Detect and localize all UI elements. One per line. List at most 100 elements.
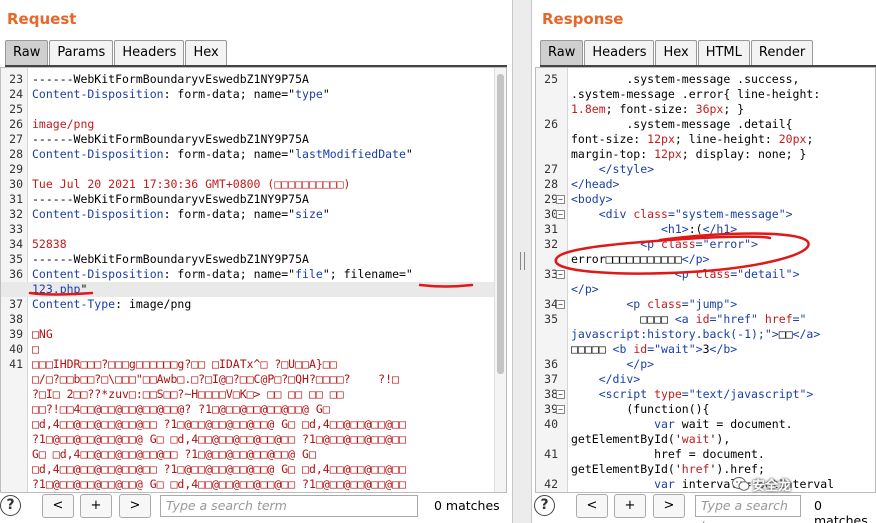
request-code-line: 40 □ (1, 342, 494, 357)
response-token: =" (695, 237, 710, 251)
request-tab-raw[interactable]: Raw (5, 40, 49, 65)
request-token: " (80, 282, 88, 296)
response-token: ="wait"> (647, 342, 703, 356)
request-line-number: 23 (9, 72, 23, 86)
request-add-button[interactable]: + (80, 494, 112, 518)
request-search-input[interactable]: Type a search term (160, 495, 418, 517)
request-line-number: 28 (9, 147, 23, 161)
request-scrollbar[interactable] (494, 68, 506, 492)
response-code-line: 38− <script type="text/javascript"> (536, 387, 863, 402)
response-editor[interactable]: 25 .system-message .success, .system-mess… (535, 67, 876, 493)
request-line-number: 31 (9, 192, 23, 206)
response-token: '), (709, 432, 731, 446)
request-prev-button[interactable]: < (42, 494, 74, 518)
request-code-line: 34 52838 (1, 237, 494, 252)
response-token: □□□□□ (571, 342, 613, 356)
response-line-number: 38 (544, 387, 558, 401)
fold-collapse-icon[interactable]: − (556, 210, 565, 219)
response-token: class (633, 207, 668, 221)
fold-collapse-icon[interactable]: − (556, 300, 565, 309)
response-token: margin-top: (571, 147, 655, 161)
request-editor[interactable]: 23 ------WebKitFormBoundaryvEswedbZ1NY9P7… (0, 67, 507, 493)
response-code-line: 33− <p class="detail"> (536, 267, 863, 282)
splitter-grip[interactable] (520, 252, 525, 270)
request-token: □/□?□□b□□?□\□□□"□□Awb□.□?□I@□?□□C@P□?□QH… (32, 372, 399, 386)
request-line-text: Content-Disposition: form-data; name="fi… (32, 267, 494, 282)
request-line-text: Content-Type: image/png (32, 297, 494, 312)
request-code-line: 30 Tue Jul 20 2021 17:30:36 GMT+0800 (□□□… (1, 177, 494, 192)
response-code-line: margin-top: 12px; display: none; } (536, 147, 863, 162)
request-line-text: 52838 (32, 237, 494, 252)
response-token: <h1> (571, 222, 689, 236)
fold-collapse-icon[interactable]: − (556, 390, 565, 399)
request-tab-headers[interactable]: Headers (114, 40, 185, 65)
pane-splitter[interactable] (512, 0, 532, 523)
response-token: system-message (681, 207, 779, 221)
response-help-icon[interactable]: ? (534, 495, 555, 516)
request-line-text: □□?!□□4□□@□□@□□@□□@□□@? ?1□@□□@□□@□□@□□@… (32, 402, 494, 417)
request-code-line: 27 ------WebKitFormBoundaryvEswedbZ1NY9P7… (1, 132, 494, 147)
response-token: <div (571, 207, 634, 221)
response-tab-headers[interactable]: Headers (584, 40, 655, 65)
request-token: Content-Type (32, 297, 116, 311)
response-line-text: var wait = document. (571, 417, 863, 432)
request-help-icon[interactable]: ? (0, 495, 21, 516)
response-tab-render[interactable]: Render (750, 40, 814, 65)
request-line-number: 40 (9, 342, 23, 356)
response-add-button[interactable]: + (614, 494, 646, 518)
response-prev-button[interactable]: < (576, 494, 608, 518)
request-line-text: □□□IHDR□□□?□□□g□□□□□□g?□□ □IDATx^□ ?□U□□… (32, 357, 494, 372)
response-search-input[interactable]: Type a search te (695, 495, 801, 523)
request-token: size (295, 207, 323, 221)
request-code-line: 33 (1, 222, 494, 237)
request-tab-params[interactable]: Params (49, 40, 114, 65)
request-line-text: ?□I□ 2□□??*zuv□:□□S□□?~H□□□□V□K□> □□ □□ … (32, 387, 494, 402)
response-line-text: </style> (571, 162, 863, 177)
response-token: class (647, 297, 682, 311)
response-token: wait (681, 432, 710, 446)
request-line-text: Content-Disposition: form-data; name="si… (32, 207, 494, 222)
response-token: </div> (571, 372, 641, 386)
request-code-line: 29 (1, 162, 494, 177)
request-token: : form-data; name=" (163, 207, 296, 221)
request-code-line: 36 Content-Disposition: form-data; name="… (1, 267, 494, 282)
response-tab-raw[interactable]: Raw (540, 40, 584, 65)
response-code-line: 37 </div> (536, 372, 863, 387)
response-token: <b (612, 342, 634, 356)
request-line-number: 25 (9, 102, 23, 116)
response-tab-html[interactable]: HTML (697, 40, 750, 65)
request-token: ------WebKitFormBoundaryvEswedbZ1NY9P75A (32, 252, 309, 266)
request-code-line: □/□?□□b□□?□\□□□"□□Awb□.□?□I@□?□□C@P□?□QH… (1, 372, 494, 387)
request-token: G□ □d,4□□@□□@□□@□□@□□ ?1□@□□@□□@□□@□□@ G… (32, 447, 316, 461)
response-next-button[interactable]: > (653, 494, 685, 518)
response-token: href = document. (571, 447, 765, 461)
response-match-count: 0 matches (814, 498, 868, 523)
fold-collapse-icon[interactable]: − (556, 270, 565, 279)
request-line-number: 34 (9, 237, 23, 251)
response-code-line: javascript:history.back(-1);">□□</a> (536, 327, 863, 342)
response-tab-hex[interactable]: Hex (655, 40, 697, 65)
response-token: href (764, 312, 793, 326)
request-line-text: Content-Disposition: form-data; name="ty… (32, 87, 494, 102)
request-scroll-thumb[interactable] (497, 74, 504, 374)
response-line-text: .system-message .detail{ (571, 117, 863, 132)
request-token: Content-Disposition (32, 267, 164, 281)
response-line-text: <script type="text/javascript"> (571, 387, 863, 402)
request-token: " (322, 207, 330, 221)
response-token: ; } (723, 102, 745, 116)
response-code-line: 30− <div class="system-message"> (536, 207, 863, 222)
response-line-text: </p> (571, 357, 863, 372)
request-token: lastModifiedDate (295, 147, 406, 161)
request-code-line: 23 ------WebKitFormBoundaryvEswedbZ1NY9P7… (1, 72, 494, 87)
fold-collapse-icon[interactable]: − (556, 195, 565, 204)
request-next-button[interactable]: > (119, 494, 151, 518)
request-tab-hex[interactable]: Hex (185, 40, 227, 65)
response-line-text: <p class="jump"> (571, 297, 863, 312)
response-token: "> (723, 297, 738, 311)
request-code-line: ?1□@□□@□□@□□@□□@ G□ □d,4□□@□□@□□@□□@□□ ?… (1, 432, 494, 447)
response-line-number: 37 (544, 372, 558, 386)
request-token: Content-Disposition (32, 207, 164, 221)
request-line-number: 26 (9, 117, 23, 131)
fold-collapse-icon[interactable]: − (556, 405, 565, 414)
request-tabs: Raw Params Headers Hex (5, 40, 228, 65)
